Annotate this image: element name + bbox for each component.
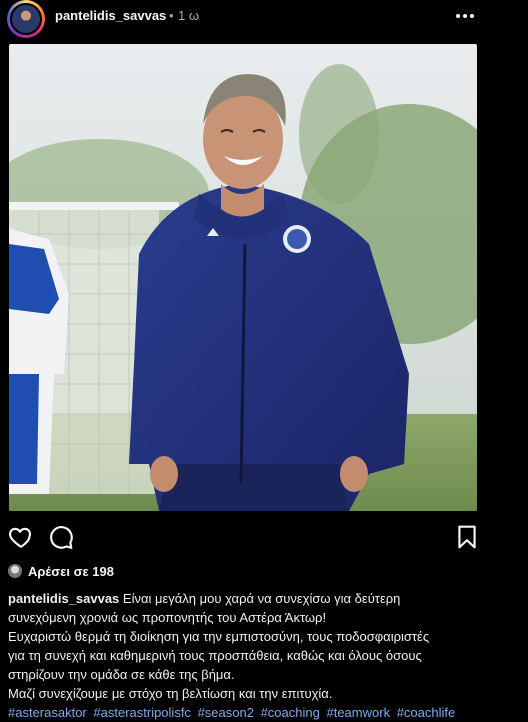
bookmark-icon[interactable] xyxy=(454,524,480,550)
separator-dot: • xyxy=(169,8,174,23)
avatar-image xyxy=(10,3,42,35)
post-time[interactable]: 1 ω xyxy=(178,8,199,23)
comment-icon[interactable] xyxy=(48,524,74,550)
profile-avatar[interactable] xyxy=(7,0,45,38)
hashtag-link[interactable]: #teamwork xyxy=(326,705,390,720)
likes-row[interactable]: Αρέσει σε 198 xyxy=(8,563,114,579)
caption-line-4: για τη συνεχή και καθημερινή τους προσπά… xyxy=(8,648,422,663)
hashtag-link[interactable]: #asterasaktor xyxy=(8,705,87,720)
heart-icon[interactable] xyxy=(8,524,34,550)
caption-line-3: Ευχαριστώ θερμά τη διοίκηση για την εμπι… xyxy=(8,629,430,644)
hashtag-list: #asterasaktor #asterastripolisfc #season… xyxy=(8,703,520,722)
hashtag-link[interactable]: #season2 xyxy=(198,705,254,720)
post-header: pantelidis_savvas • 1 ω xyxy=(0,0,528,38)
likes-count[interactable]: Αρέσει σε 198 xyxy=(28,564,114,579)
hashtag-link[interactable]: #asterastripolisfc xyxy=(93,705,191,720)
hashtag-link[interactable]: #coaching xyxy=(261,705,320,720)
caption-line-6: Μαζί συνεχίζουμε με στόχο τη βελτίωση κα… xyxy=(8,686,333,701)
liker-avatar xyxy=(8,564,22,578)
caption-line-1: pantelidis_savvas Είναι μεγάλη μου χαρά … xyxy=(8,589,520,608)
hashtag-link[interactable]: #coachlife xyxy=(397,705,456,720)
caption-line-5: στηρίζουν την ομάδα σε κάθε της βήμα. xyxy=(8,667,235,682)
post-actions xyxy=(0,524,528,552)
caption-line-2: συνεχόμενη χρονιά ως προπονητής του Αστέ… xyxy=(8,610,327,625)
more-options-icon[interactable] xyxy=(456,8,476,24)
caption-username[interactable]: pantelidis_savvas xyxy=(8,591,119,606)
post-username[interactable]: pantelidis_savvas xyxy=(55,8,166,23)
post-caption: pantelidis_savvas Είναι μεγάλη μου χαρά … xyxy=(8,589,520,722)
post-photo[interactable] xyxy=(9,44,477,511)
caption-text: Είναι μεγάλη μου χαρά να συνεχίσω για δε… xyxy=(122,591,401,606)
